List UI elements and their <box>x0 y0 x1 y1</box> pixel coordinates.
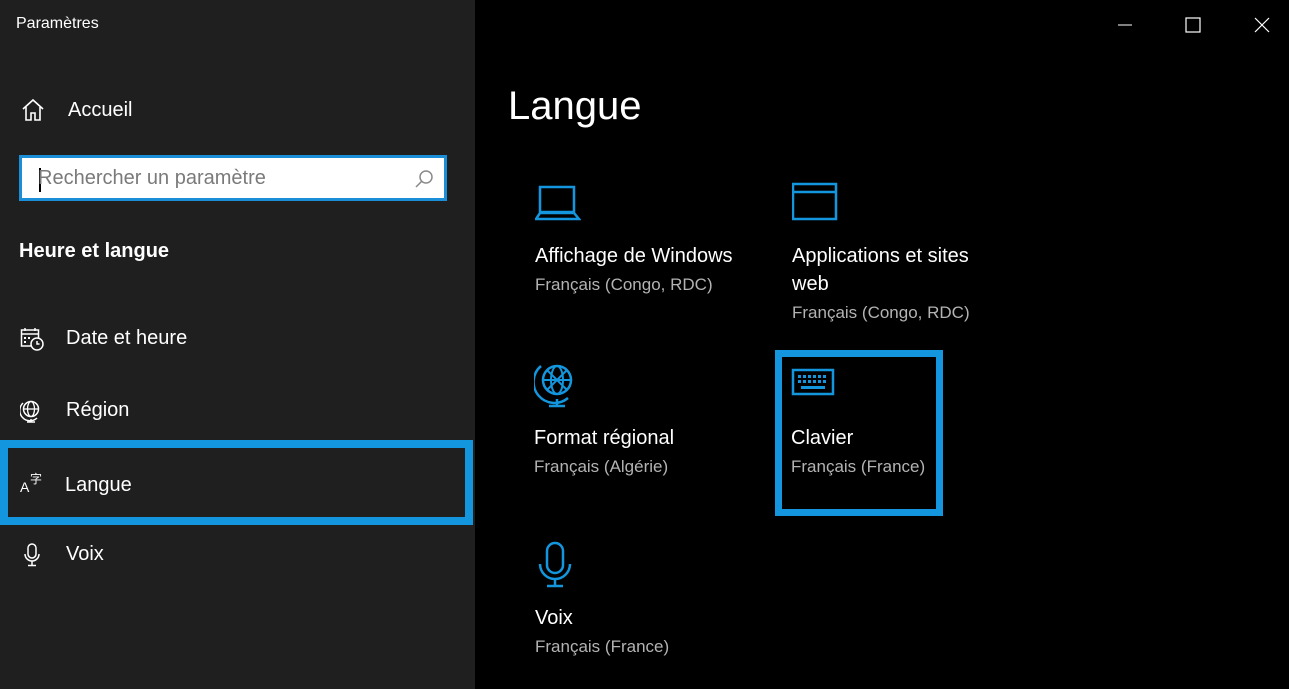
minimize-icon <box>1118 24 1132 26</box>
tile-title-line2: web <box>792 273 829 295</box>
svg-text:A: A <box>20 479 30 494</box>
minimize-button[interactable] <box>1095 0 1155 50</box>
sidebar-item-date-time[interactable]: Date et heure <box>0 309 475 369</box>
sidebar-item-label: Région <box>66 399 130 421</box>
globe-stand-icon <box>534 364 573 408</box>
section-title: Heure et langue <box>19 240 170 262</box>
page-title: Langue <box>508 84 642 128</box>
home-label: Accueil <box>68 98 133 121</box>
svg-text:字: 字 <box>30 471 42 486</box>
microphone-icon <box>538 541 572 588</box>
sidebar-item-label: Langue <box>65 474 132 496</box>
language-icon: A 字 <box>20 471 42 494</box>
tile-subtitle: Français (France) <box>535 637 670 656</box>
window-icon <box>792 182 838 221</box>
tile-subtitle: Français (Congo, RDC) <box>792 303 970 322</box>
search-input[interactable] <box>38 158 408 198</box>
app-title: Paramètres <box>16 15 99 32</box>
tile-apps-websites[interactable]: Applications et sites web Français (Cong… <box>792 182 1022 327</box>
microphone-icon <box>24 543 40 567</box>
home-icon <box>22 98 44 121</box>
tile-title: Affichage de Windows <box>535 245 733 267</box>
tile-keyboard[interactable]: Clavier Français (France) <box>791 368 931 488</box>
tile-subtitle: Français (Algérie) <box>534 457 669 476</box>
globe-icon <box>20 400 40 423</box>
sidebar-item-voice[interactable]: Voix <box>0 525 475 585</box>
close-icon <box>1254 17 1270 33</box>
tile-voice[interactable]: Voix Français (France) <box>535 540 765 660</box>
maximize-button[interactable] <box>1163 0 1223 50</box>
tile-subtitle: Français (France) <box>791 457 926 476</box>
tile-title: Clavier <box>791 427 854 449</box>
sidebar-item-region[interactable]: Région <box>0 381 475 441</box>
maximize-icon <box>1185 17 1201 33</box>
sidebar-item-label: Voix <box>66 543 104 565</box>
tile-windows-display[interactable]: Affichage de Windows Français (Congo, RD… <box>535 184 765 304</box>
keyboard-icon <box>791 368 835 396</box>
tile-subtitle: Français (Congo, RDC) <box>535 275 713 294</box>
home-link[interactable]: Accueil <box>20 94 132 126</box>
tile-regional-format[interactable]: Format régional Français (Algérie) <box>534 360 764 480</box>
search-icon[interactable] <box>414 169 434 189</box>
search-box[interactable] <box>19 155 447 201</box>
close-button[interactable] <box>1229 0 1289 50</box>
sidebar-item-language[interactable]: A 字 Langue <box>0 440 473 525</box>
sidebar-item-label: Date et heure <box>66 327 188 349</box>
tile-title: Voix <box>535 607 573 629</box>
tile-title: Format régional <box>534 427 675 449</box>
sidebar: Paramètres Accueil Heure et langue Date … <box>0 0 475 689</box>
tile-title-line1: Applications et sites <box>792 245 969 267</box>
calendar-clock-icon <box>20 328 44 351</box>
laptop-icon <box>535 185 581 221</box>
